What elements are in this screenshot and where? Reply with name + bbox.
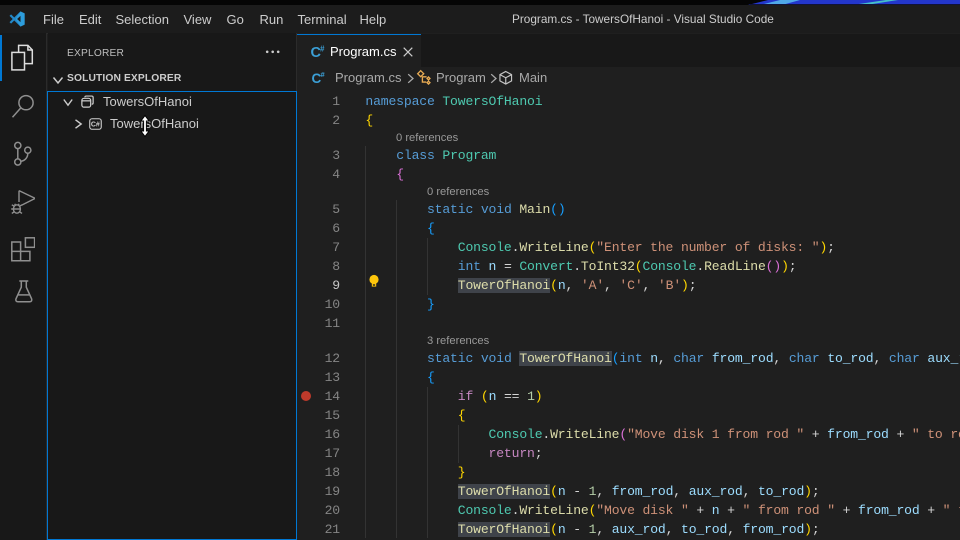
svg-text:#: #	[320, 45, 325, 54]
svg-text:C#: C#	[91, 122, 100, 129]
svg-text:#: #	[321, 70, 326, 79]
